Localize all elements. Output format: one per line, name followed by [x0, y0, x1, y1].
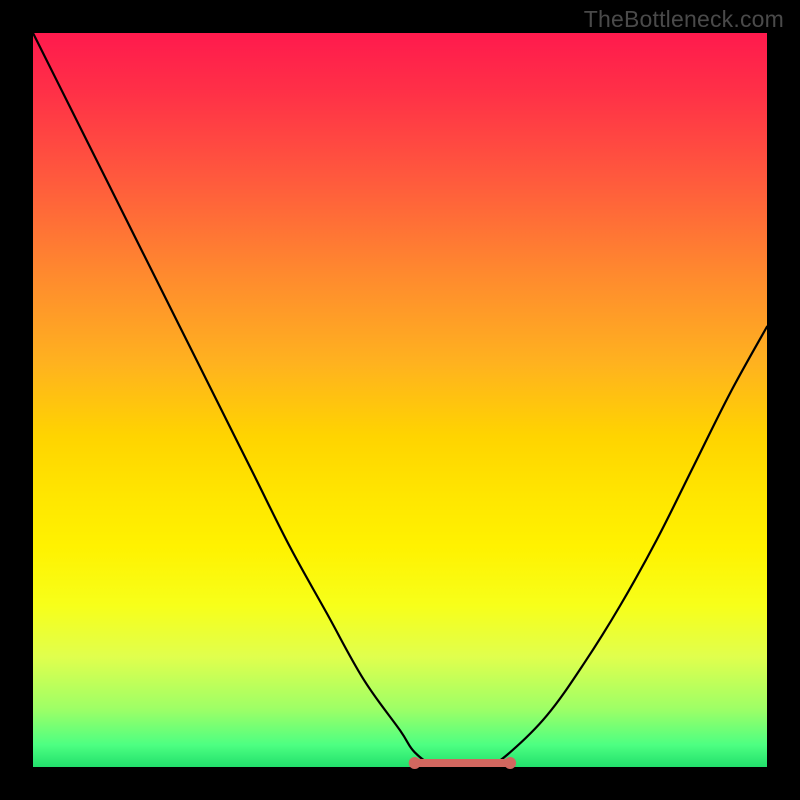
chart-frame: TheBottleneck.com — [0, 0, 800, 800]
flat-region-start-cap — [409, 757, 421, 769]
watermark-text: TheBottleneck.com — [584, 6, 784, 33]
curve-layer — [33, 33, 767, 767]
plot-area — [33, 33, 767, 767]
flat-region-end-cap — [504, 757, 516, 769]
bottleneck-curve — [33, 33, 767, 768]
